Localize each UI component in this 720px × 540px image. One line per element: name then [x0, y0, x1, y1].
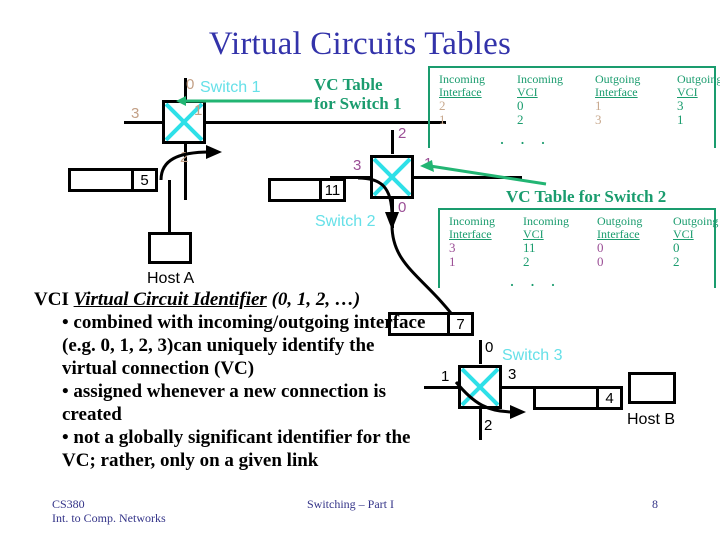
table-row: 2 — [439, 98, 446, 113]
packet-vci-label: 4 — [596, 389, 620, 407]
switch1-port-0: 0 — [186, 76, 195, 93]
packet-vci-label: 5 — [131, 171, 155, 189]
vc-table-1-grid: Incoming Interface Incoming VCI Outgoing… — [430, 68, 720, 127]
table-row: 2 — [673, 254, 680, 269]
switch1-table-pointer — [176, 96, 312, 106]
vc-table-1-caption: VC Table for Switch 1 — [314, 75, 402, 113]
footer-left: CS380 Int. to Comp. Networks — [52, 497, 166, 525]
switch3-label: Switch 3 — [502, 347, 563, 364]
table-row: 3 — [677, 98, 684, 113]
table-row: 1 — [677, 112, 684, 127]
header-text-underlined: Interface — [595, 85, 638, 99]
vci-term: VCI — [34, 289, 69, 310]
table-row: 2 — [517, 112, 524, 127]
bullet-item: • combined with incoming/outgoing interf… — [62, 312, 426, 379]
table-row: 2 — [523, 254, 530, 269]
packet-5: 5 — [68, 168, 158, 192]
packet-payload — [536, 389, 596, 407]
header-text-underlined: VCI — [673, 227, 694, 241]
header-text-underlined: Interface — [597, 227, 640, 241]
vc-table-2-header-out-vci: Outgoing VCI — [673, 215, 720, 241]
header-text-underlined: VCI — [523, 227, 544, 241]
host-a-node — [148, 232, 192, 264]
table-row: 0 — [597, 240, 604, 255]
body-text: VCI Virtual Circuit Identifier (0, 1, 2,… — [34, 288, 434, 472]
packet-vci-label: 7 — [447, 315, 471, 333]
bullet-item: • not a globally significant identifier … — [62, 427, 411, 471]
bullet-item: • assigned whenever a new connection is … — [62, 381, 387, 425]
packet-vci-label: 11 — [319, 181, 343, 199]
switch3-port-1: 1 — [441, 368, 450, 385]
footer-page-number: 8 — [652, 497, 658, 511]
table-row: 0 — [517, 98, 524, 113]
vci-expansion: Virtual Circuit Identifier — [73, 289, 267, 310]
vci-examples: (0, 1, 2, …) — [266, 289, 361, 310]
packet-payload — [71, 171, 131, 189]
vc-table-1-caption-line1: VC Table — [314, 75, 383, 94]
vc-table-1-ellipsis: · · · — [499, 133, 551, 153]
packet-11: 11 — [268, 178, 346, 202]
footer-center: Switching – Part I — [307, 497, 394, 511]
packet-payload — [271, 181, 319, 199]
page-title: Virtual Circuits Tables — [208, 26, 512, 62]
slide: Virtual Circuits Tables 0 3 1 2 Switch 1… — [0, 0, 720, 540]
switch1-port-3: 3 — [131, 105, 140, 122]
switch3-top-link — [479, 340, 482, 364]
packet-4: 4 — [533, 386, 623, 410]
switch1-route-arrow — [159, 145, 222, 181]
header-text-underlined: Interface — [439, 85, 482, 99]
vc-table-2-header-out-interface: Outgoing Interface — [597, 215, 673, 241]
table-row: 1 — [439, 112, 446, 127]
host-a-label: Host A — [147, 270, 195, 287]
vc-table-1: Incoming Interface Incoming VCI Outgoing… — [428, 66, 720, 153]
vc-table-2-caption: VC Table for Switch 2 — [506, 187, 667, 206]
table-row: 11 — [523, 240, 536, 255]
hosta-link — [168, 180, 171, 235]
vc-table-1-header-out-vci: Outgoing VCI — [677, 73, 720, 99]
table-row: 1 — [595, 98, 602, 113]
vc-table-1-header-in-interface: Incoming Interface — [439, 73, 517, 99]
table-row: 0 — [597, 254, 604, 269]
header-text-underlined: VCI — [677, 85, 698, 99]
vc-table-1-header-in-vci: Incoming VCI — [517, 73, 595, 99]
switch3-port-0: 0 — [485, 339, 494, 356]
host-b-label: Host B — [627, 411, 676, 428]
table-row: 0 — [673, 240, 680, 255]
vc-table-2-header-in-vci: Incoming VCI — [523, 215, 597, 241]
host-b-node — [628, 372, 676, 404]
vc-table-1-header-out-interface: Outgoing Interface — [595, 73, 677, 99]
switch2-port-2: 2 — [398, 125, 407, 142]
vci-definition-line: VCI Virtual Circuit Identifier (0, 1, 2,… — [34, 288, 434, 311]
table-row: 3 — [595, 112, 602, 127]
switch2-top-link — [391, 130, 394, 154]
vc-table-1-caption-line2: for Switch 1 — [314, 94, 402, 113]
header-text-underlined: VCI — [517, 85, 538, 99]
switch2-table-pointer — [420, 160, 547, 186]
